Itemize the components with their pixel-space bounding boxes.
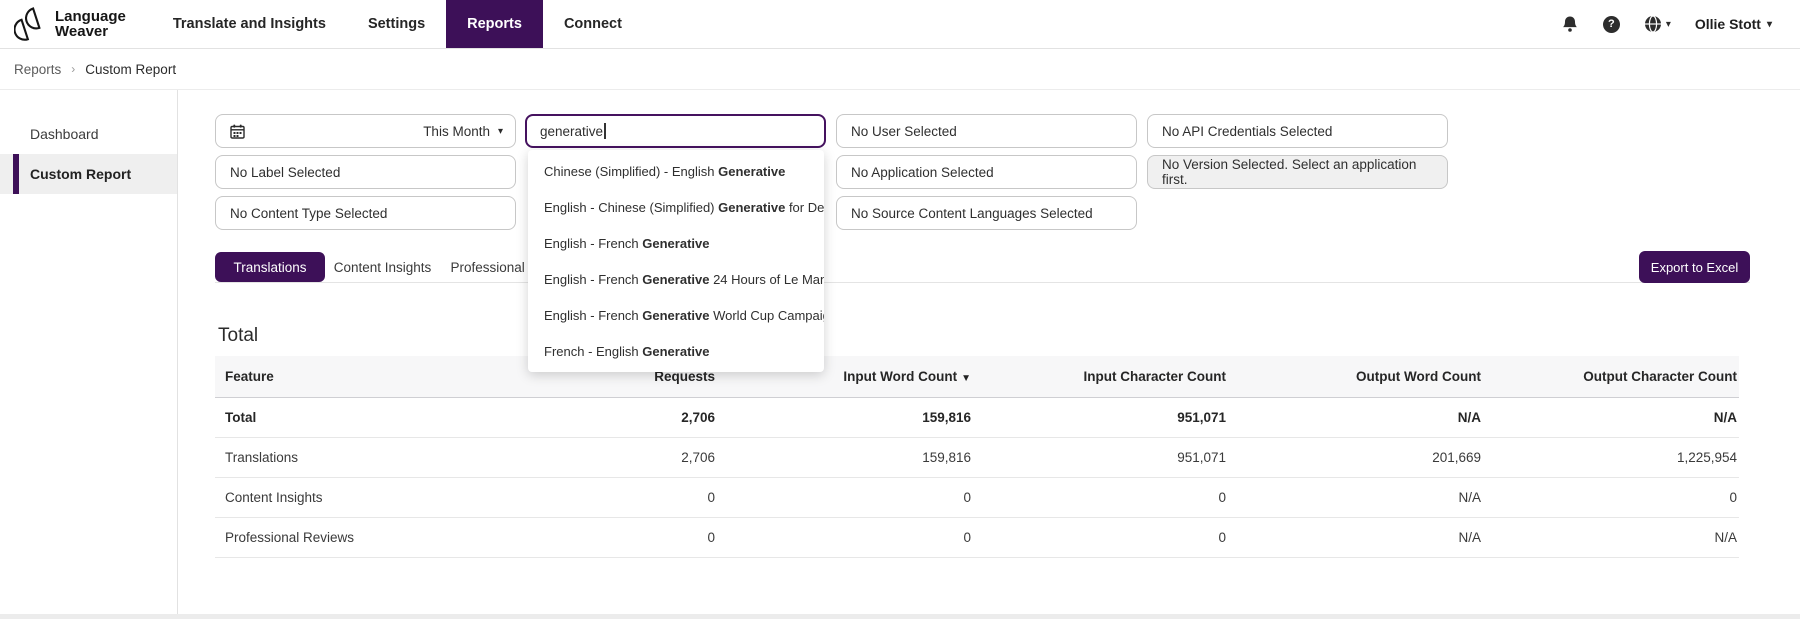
tab-translations[interactable]: Translations [215,252,325,282]
cell-input-character-count: 0 [973,530,1228,545]
user-filter-placeholder: No User Selected [851,124,957,139]
nav-right-cluster: ? ▾ Ollie Stott ▾ [1561,0,1800,48]
main-menu: Translate and Insights Settings Reports … [152,0,643,48]
suggestion-item[interactable]: English - French Generative World Cup Ca… [528,297,824,333]
cell-output-character-count: 1,225,954 [1483,450,1739,465]
top-navigation-bar: Language Weaver Translate and Insights S… [0,0,1800,49]
date-range-filter[interactable]: This Month ▾ [215,114,516,148]
table-row-professional-reviews: Professional Reviews 0 0 0 N/A N/A [215,518,1739,558]
label-filter-placeholder: No Label Selected [230,165,340,180]
nav-item-connect[interactable]: Connect [543,0,643,48]
suggestion-item[interactable]: English - French Generative [528,225,824,261]
table-header-row: Feature Requests Input Word Count▼ Input… [215,356,1739,398]
table-row-translations: Translations 2,706 159,816 951,071 201,6… [215,438,1739,478]
cell-requests: 0 [515,530,717,545]
calendar-icon [230,124,245,139]
breadcrumb-separator-icon: › [71,62,75,76]
text-cursor [604,123,606,139]
content-type-filter[interactable]: No Content Type Selected [215,196,516,230]
cell-output-word-count: N/A [1228,490,1483,505]
sidebar-item-custom-report[interactable]: Custom Report [0,154,177,194]
user-filter[interactable]: No User Selected [836,114,1137,148]
table-row-total: Total 2,706 159,816 951,071 N/A N/A [215,398,1739,438]
nav-item-reports[interactable]: Reports [446,0,543,48]
footer-strip [0,614,1800,619]
cell-requests: 2,706 [515,410,717,425]
cell-input-character-count: 951,071 [973,450,1228,465]
suggestion-item[interactable]: French - English Generative [528,333,824,369]
tab-content-insights[interactable]: Content Insights [325,252,440,282]
language-weaver-logo-icon [14,7,47,41]
cell-feature: Content Insights [215,490,515,505]
column-header-feature[interactable]: Feature [215,369,515,384]
cell-output-character-count: N/A [1483,410,1739,425]
notifications-bell-icon[interactable] [1561,15,1579,34]
column-header-output-character-count[interactable]: Output Character Count [1483,369,1739,384]
breadcrumb-reports-link[interactable]: Reports [14,62,61,77]
language-pair-search-input[interactable]: generative [525,114,826,148]
source-languages-filter[interactable]: No Source Content Languages Selected [836,196,1137,230]
chevron-down-icon: ▾ [1666,19,1671,30]
cell-feature: Total [215,410,515,425]
column-header-output-word-count[interactable]: Output Word Count [1228,369,1483,384]
cell-input-word-count: 159,816 [717,450,973,465]
cell-input-word-count: 0 [717,490,973,505]
breadcrumb: Reports › Custom Report [0,49,1800,90]
date-range-value: This Month [423,124,490,139]
cell-input-character-count: 0 [973,490,1228,505]
cell-output-word-count: N/A [1228,530,1483,545]
api-credentials-filter[interactable]: No API Credentials Selected [1147,114,1448,148]
table-row-content-insights: Content Insights 0 0 0 N/A 0 [215,478,1739,518]
content-type-placeholder: No Content Type Selected [230,206,387,221]
section-title: Total [218,325,258,347]
cell-output-word-count: 201,669 [1228,450,1483,465]
brand-logo[interactable]: Language Weaver [0,0,152,48]
language-globe-selector[interactable]: ▾ [1644,15,1671,33]
nav-item-translate-and-insights[interactable]: Translate and Insights [152,0,347,48]
cell-output-character-count: 0 [1483,490,1739,505]
label-filter[interactable]: No Label Selected [215,155,516,189]
user-name: Ollie Stott [1695,16,1761,32]
cell-requests: 0 [515,490,717,505]
version-filter-placeholder: No Version Selected. Select an applicati… [1162,157,1435,187]
sidebar: Dashboard Custom Report [0,90,178,614]
export-to-excel-button[interactable]: Export to Excel [1639,251,1750,283]
api-credentials-placeholder: No API Credentials Selected [1162,124,1332,139]
cell-output-word-count: N/A [1228,410,1483,425]
nav-item-settings[interactable]: Settings [347,0,446,48]
source-languages-placeholder: No Source Content Languages Selected [851,206,1093,221]
sidebar-item-dashboard[interactable]: Dashboard [0,114,177,154]
tabs-divider [215,282,1750,283]
cell-input-word-count: 159,816 [717,410,973,425]
brand-name: Language Weaver [55,9,126,39]
breadcrumb-current-page: Custom Report [85,62,176,77]
application-filter[interactable]: No Application Selected [836,155,1137,189]
suggestion-item[interactable]: English - Chinese (Simplified) Generativ… [528,189,824,225]
question-mark-glyph: ? [1603,16,1620,33]
column-header-input-character-count[interactable]: Input Character Count [973,369,1228,384]
search-input-value: generative [540,124,603,139]
cell-requests: 2,706 [515,450,717,465]
suggestion-item[interactable]: Chinese (Simplified) - English Generativ… [528,153,824,189]
report-table: Feature Requests Input Word Count▼ Input… [215,356,1739,558]
sort-descending-icon: ▼ [961,373,971,384]
cell-feature: Translations [215,450,515,465]
cell-input-character-count: 951,071 [973,410,1228,425]
cell-input-word-count: 0 [717,530,973,545]
help-icon[interactable]: ? [1603,16,1620,33]
cell-output-character-count: N/A [1483,530,1739,545]
user-menu[interactable]: Ollie Stott ▾ [1695,16,1772,32]
chevron-down-icon: ▾ [1767,19,1772,30]
language-pair-suggestions-dropdown: Chinese (Simplified) - English Generativ… [528,150,824,372]
cell-feature: Professional Reviews [215,530,515,545]
chevron-down-icon: ▾ [498,126,503,137]
suggestion-item[interactable]: English - French Generative 24 Hours of … [528,261,824,297]
version-filter-disabled: No Version Selected. Select an applicati… [1147,155,1448,189]
application-filter-placeholder: No Application Selected [851,165,994,180]
